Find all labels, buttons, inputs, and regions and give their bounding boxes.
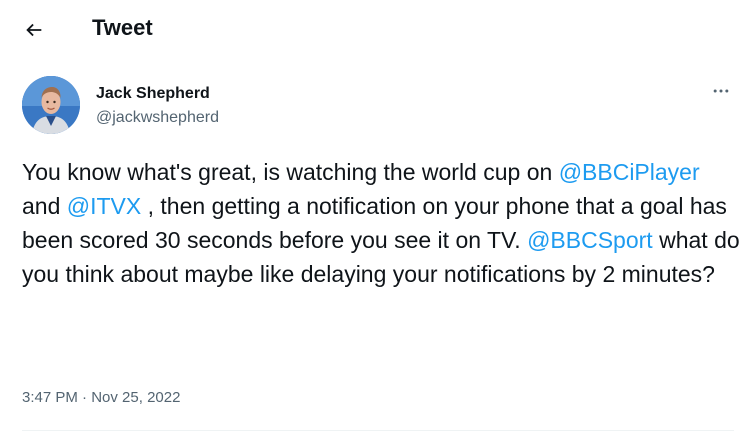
mention-bbcsport[interactable]: @BBCSport xyxy=(527,227,653,253)
avatar-portrait xyxy=(22,76,80,134)
author-handle[interactable]: @jackwshepherd xyxy=(96,108,219,128)
author-name[interactable]: Jack Shepherd xyxy=(96,84,210,104)
tweet-text-part: You know what's great, is watching the w… xyxy=(22,159,559,185)
top-bar: Tweet xyxy=(0,0,751,56)
tweet-date[interactable]: Nov 25, 2022 xyxy=(91,389,180,406)
tweet-author: Jack Shepherd @jackwshepherd xyxy=(22,76,732,136)
tweet-text: You know what's great, is watching the w… xyxy=(22,155,742,291)
more-options-button[interactable] xyxy=(706,80,736,102)
tweet-timestamp: 3:47 PM · Nov 25, 2022 xyxy=(22,388,180,408)
arrow-left-icon xyxy=(26,23,42,37)
tweet-time[interactable]: 3:47 PM xyxy=(22,389,78,406)
back-button[interactable] xyxy=(18,14,50,46)
mention-itvx[interactable]: @ITVX xyxy=(67,193,141,219)
more-horizontal-icon xyxy=(713,89,729,93)
page-title: Tweet xyxy=(92,15,153,40)
mention-bbciplayer[interactable]: @BBCiPlayer xyxy=(559,159,700,185)
avatar[interactable] xyxy=(22,76,80,134)
divider xyxy=(22,430,734,431)
meta-separator: · xyxy=(82,389,88,406)
